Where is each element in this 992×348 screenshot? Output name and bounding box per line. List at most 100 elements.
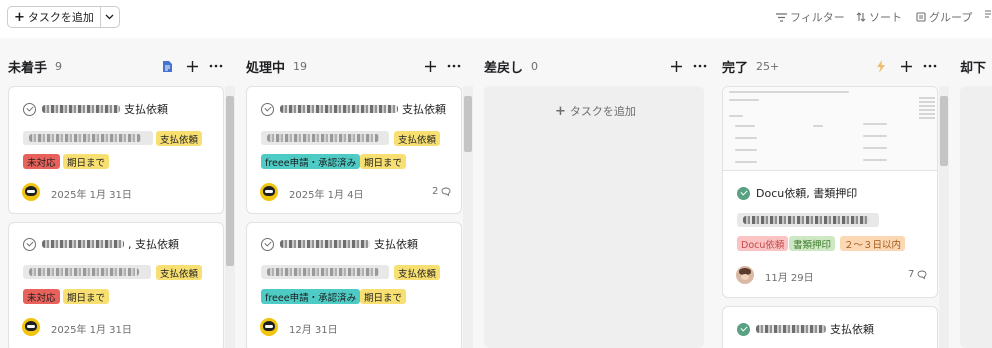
avatar[interactable] <box>260 318 278 336</box>
plus-icon: + <box>555 103 566 119</box>
tag: 支払依頼 <box>394 131 441 146</box>
custom-field-value <box>261 131 389 145</box>
filter-icon <box>776 12 787 22</box>
add-task-icon[interactable] <box>184 58 200 74</box>
chevron-down-icon[interactable] <box>101 7 119 27</box>
avatar[interactable] <box>736 266 754 284</box>
column-count: 25+ <box>756 59 780 73</box>
tag: ２～３日以内 <box>840 236 906 251</box>
comment-count[interactable]: 2 <box>432 186 451 197</box>
tag: Docu依頼 <box>737 236 789 251</box>
add-task-icon[interactable] <box>422 58 438 74</box>
group-label: グループ <box>929 11 973 24</box>
complete-check-icon[interactable] <box>261 102 274 116</box>
completed-check-icon[interactable] <box>737 322 750 336</box>
task-title[interactable]: 支払依頼 <box>261 101 446 117</box>
group-button[interactable]: グループ <box>916 9 972 25</box>
complete-check-icon[interactable] <box>261 237 274 251</box>
redacted-text <box>42 240 124 248</box>
filter-label: フィルター <box>790 11 845 24</box>
redacted-text <box>756 325 826 333</box>
add-task-label: タスクを追加 <box>569 105 636 118</box>
tag: 支払依頼 <box>156 131 203 146</box>
tag: 書類押印 <box>789 236 836 251</box>
column-title: 差戻し <box>484 60 524 76</box>
task-title[interactable]: 支払依頼 <box>23 101 168 117</box>
task-title[interactable]: 支払依頼 <box>261 236 418 252</box>
avatar[interactable] <box>22 318 40 336</box>
redacted-text <box>280 105 398 113</box>
due-date: 2025年 1月 31日 <box>51 325 132 336</box>
more-options-icon[interactable] <box>692 58 708 74</box>
comment-count[interactable]: 7 <box>908 269 927 280</box>
scrollbar[interactable] <box>939 86 949 348</box>
empty-column-area <box>960 86 992 348</box>
group-icon <box>916 12 926 22</box>
task-title-suffix: 支払依頼 <box>374 238 418 251</box>
task-card[interactable]: 支払依頼 支払依頼 freee申請・承認済み 期日まで 2025年 1月 4日 … <box>246 86 462 214</box>
column-title: 処理中 <box>246 60 286 76</box>
sort-icon <box>856 12 866 22</box>
add-task-icon[interactable] <box>668 58 684 74</box>
column-done: 完了 25+ Docu依頼, 書類押印 Docu依頼 書類押印 ２～３日以内 1… <box>714 38 950 348</box>
empty-column-area <box>484 86 704 348</box>
task-title[interactable]: , 支払依頼 <box>23 236 179 252</box>
task-card[interactable]: , 支払依頼 支払依頼 未対応 期日まで 2025年 1月 31日 <box>8 222 224 348</box>
tag: 支払依頼 <box>156 265 203 280</box>
comment-icon <box>441 187 451 196</box>
completed-check-icon[interactable] <box>737 186 750 200</box>
kanban-board: 未着手 9 支払依頼 支払依頼 未対応 期日まで 2025年 1月 31日 , … <box>0 38 992 348</box>
task-title[interactable]: Docu依頼, 書類押印 <box>737 185 857 201</box>
more-options-icon[interactable] <box>922 58 938 74</box>
comment-count-value: 2 <box>432 186 439 197</box>
task-card[interactable]: 支払依頼 支払依頼 未対応 期日まで 2025年 1月 31日 <box>8 86 224 214</box>
avatar[interactable] <box>22 183 40 201</box>
column-count: 19 <box>293 59 308 73</box>
column-title: 完了 <box>722 60 749 76</box>
complete-check-icon[interactable] <box>23 237 36 251</box>
task-card[interactable]: 支払依頼 <box>722 306 938 348</box>
form-icon[interactable] <box>159 58 175 74</box>
more-options-icon[interactable] <box>446 58 462 74</box>
avatar[interactable] <box>260 183 278 201</box>
add-task-icon[interactable] <box>898 58 914 74</box>
tag: 期日まで <box>63 154 110 169</box>
task-card[interactable]: 支払依頼 支払依頼 freee申請・承認済み 期日まで 12月 31日 <box>246 222 462 348</box>
filter-button[interactable]: フィルター <box>776 9 845 25</box>
add-task-label: タスクを追加 <box>27 11 94 24</box>
redacted-text <box>42 105 120 113</box>
tag: 期日まで <box>63 289 110 304</box>
tag: freee申請・承認済み <box>261 154 361 169</box>
column-in-progress: 処理中 19 支払依頼 支払依頼 freee申請・承認済み 期日まで 2025年… <box>238 38 474 348</box>
comment-count-value: 7 <box>908 269 915 280</box>
tag: 支払依頼 <box>394 265 441 280</box>
redacted-text <box>280 240 370 248</box>
add-task-button[interactable]: + タスクを追加 <box>8 7 101 27</box>
sort-button[interactable]: ソート <box>856 9 902 25</box>
scrollbar[interactable] <box>463 86 473 348</box>
column-not-started: 未着手 9 支払依頼 支払依頼 未対応 期日まで 2025年 1月 31日 , … <box>0 38 236 348</box>
due-date: 12月 31日 <box>289 325 338 336</box>
due-date: 2025年 1月 31日 <box>51 190 132 201</box>
add-task-split-button: + タスクを追加 <box>7 6 120 28</box>
task-title[interactable]: 支払依頼 <box>737 321 874 337</box>
due-date: 2025年 1月 4日 <box>289 190 364 201</box>
task-card[interactable]: Docu依頼, 書類押印 Docu依頼 書類押印 ２～３日以内 11月 29日 … <box>722 86 938 298</box>
scrollbar[interactable] <box>225 86 235 348</box>
lightning-icon[interactable] <box>873 58 889 74</box>
task-title-suffix: 支払依頼 <box>124 103 168 116</box>
column-returned: 差戻し 0 + タスクを追加 <box>476 38 712 348</box>
task-title-suffix: , 支払依頼 <box>128 238 179 251</box>
complete-check-icon[interactable] <box>23 102 36 116</box>
attachment-preview[interactable] <box>723 87 937 171</box>
custom-field-value <box>261 265 389 279</box>
tag: 期日まで <box>360 154 407 169</box>
task-title-suffix: 支払依頼 <box>830 323 874 336</box>
more-options-icon[interactable] <box>208 58 224 74</box>
more-options-icon[interactable] <box>984 9 992 19</box>
tag: 未対応 <box>23 289 60 304</box>
task-title-suffix: 支払依頼 <box>402 103 446 116</box>
tag: 期日まで <box>360 289 407 304</box>
column-rejected: 却下 <box>952 38 992 348</box>
add-task-inline-button[interactable]: + タスクを追加 <box>555 103 636 119</box>
